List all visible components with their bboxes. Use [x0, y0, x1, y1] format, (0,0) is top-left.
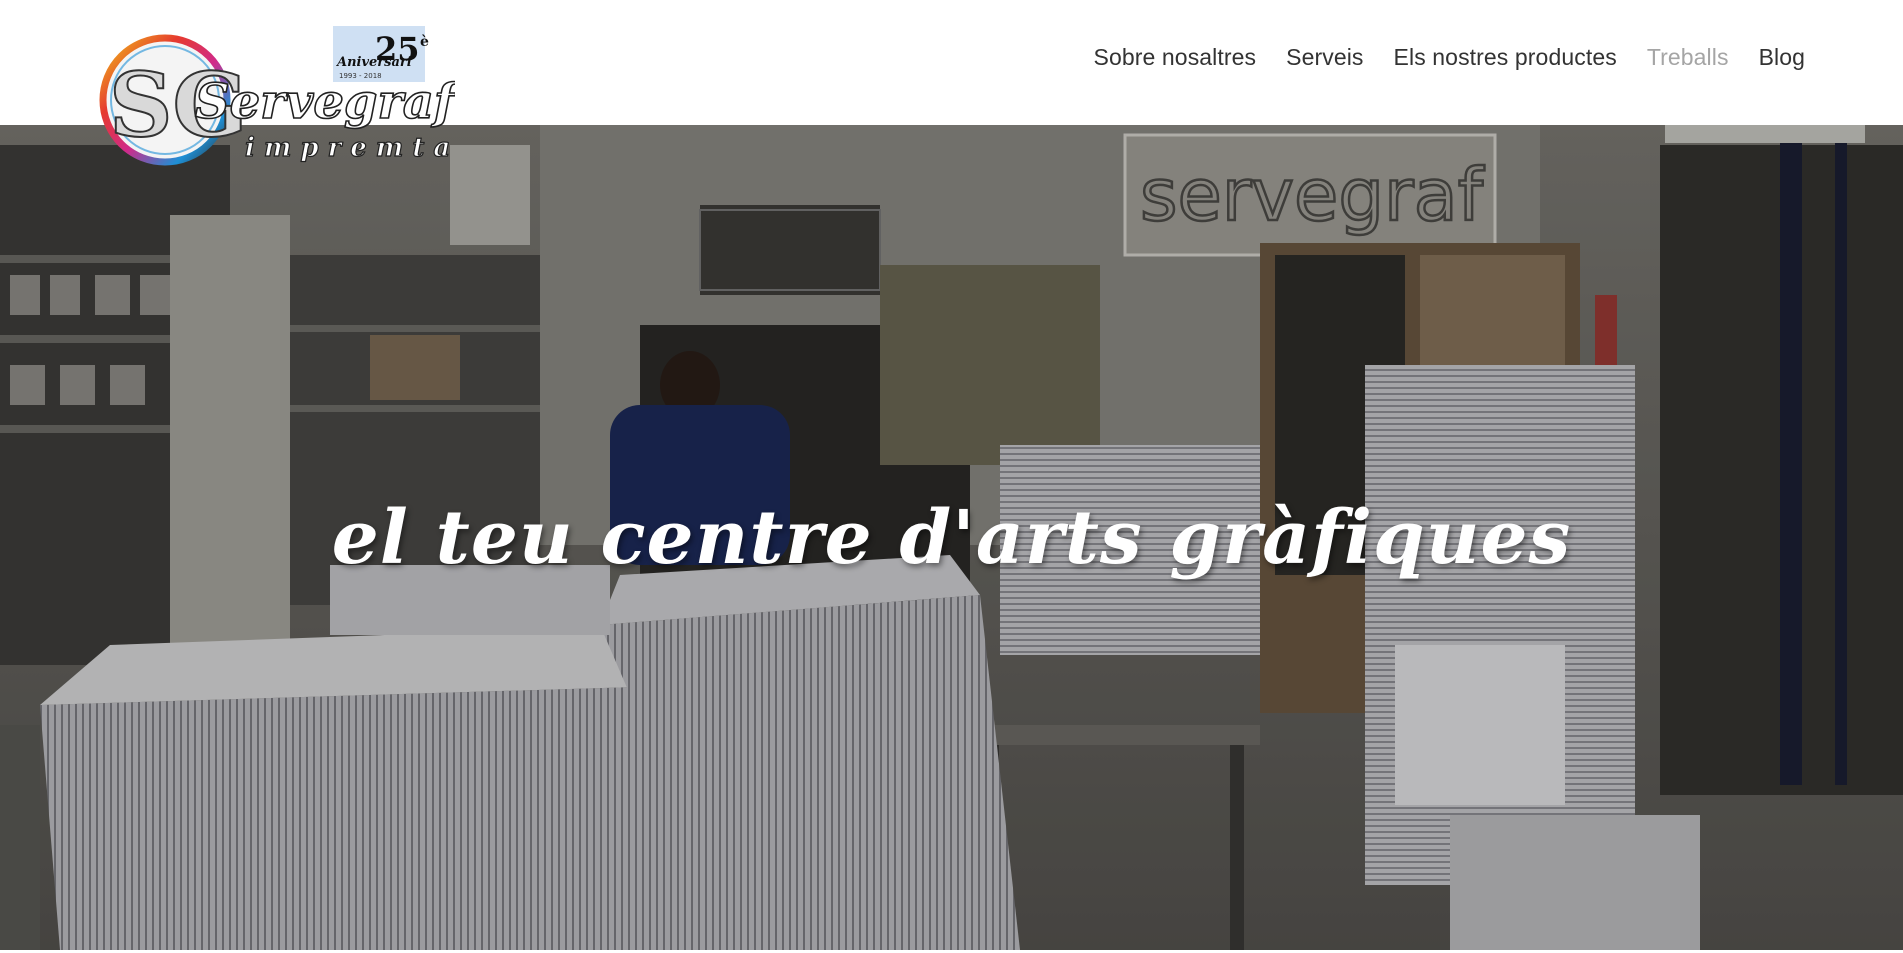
nav-item-serveis[interactable]: Serveis [1286, 44, 1363, 71]
logo-brand-name: Servegraf [195, 74, 455, 130]
badge-suffix: è [420, 34, 429, 50]
logo-brand-sub: impremta [245, 133, 455, 163]
badge-word: Aniversari [335, 55, 412, 70]
nav-item-els-nostres-productes[interactable]: Els nostres productes [1394, 44, 1617, 71]
main-nav: Sobre nosaltres Serveis Els nostres prod… [1094, 44, 1805, 71]
hero-tagline: el teu centre d'arts gràfiques [331, 495, 1572, 581]
hero-banner: servegraf el teu centre d'arts gràfiques [0, 125, 1903, 950]
servegraf-logo[interactable]: SG 25 è Aniversari 1993 - 2018 Servegraf… [95, 18, 455, 183]
nav-item-treballs[interactable]: Treballs [1647, 44, 1729, 71]
nav-item-sobre-nosaltres[interactable]: Sobre nosaltres [1094, 44, 1257, 71]
nav-item-blog[interactable]: Blog [1759, 44, 1805, 71]
